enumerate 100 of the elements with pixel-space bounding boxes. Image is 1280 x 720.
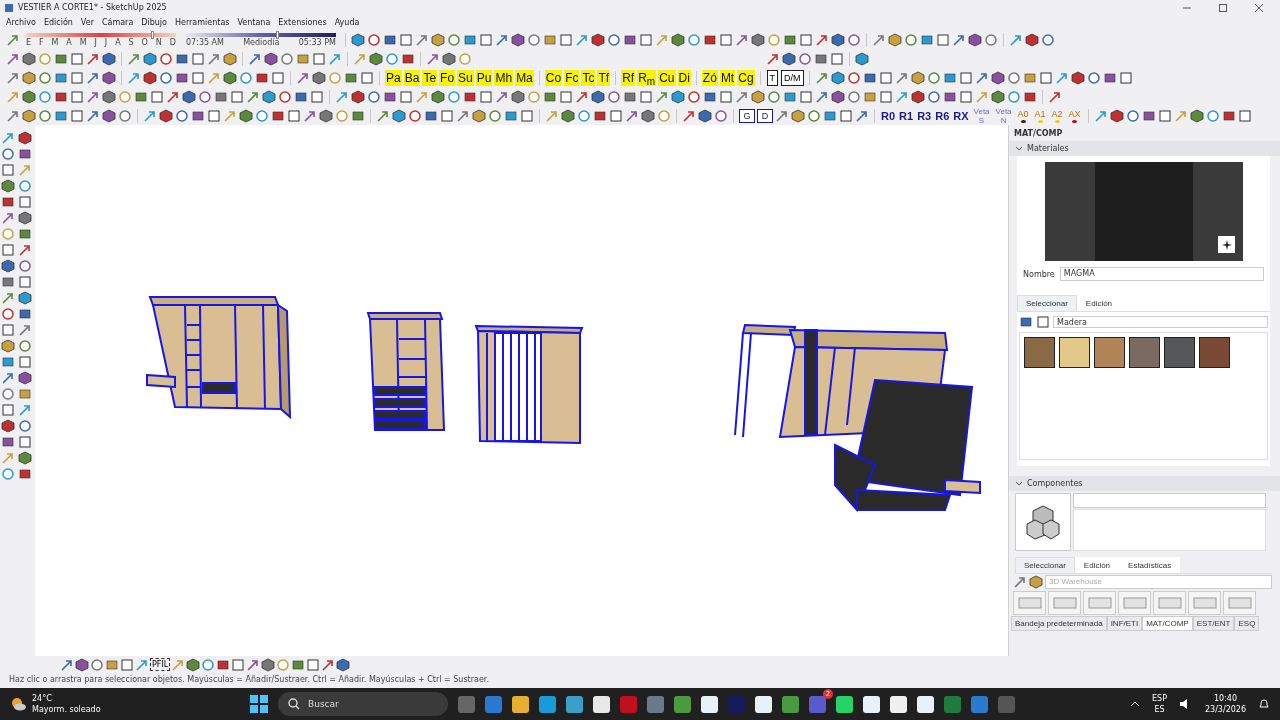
app-icon[interactable]: [836, 695, 853, 713]
circle-icon[interactable]: [488, 108, 502, 123]
menu-item[interactable]: Edición: [43, 18, 73, 27]
cube-icon[interactable]: [22, 108, 36, 123]
text-tool-button[interactable]: Mh: [494, 69, 514, 86]
component-thumbnail[interactable]: [1188, 591, 1221, 615]
circle-icon[interactable]: [607, 89, 621, 104]
text-tool-button[interactable]: Co: [544, 69, 563, 86]
circle-icon[interactable]: [1007, 89, 1021, 104]
text-tool-button[interactable]: Zó: [701, 69, 718, 86]
circle-icon[interactable]: [1006, 70, 1021, 85]
tray-tab[interactable]: ESQ: [1234, 616, 1260, 631]
material-swatch[interactable]: [1164, 337, 1195, 368]
arrow-icon[interactable]: [86, 51, 100, 66]
app-icon[interactable]: [890, 695, 907, 713]
circle-icon[interactable]: [527, 32, 541, 47]
cube-icon[interactable]: [22, 51, 36, 66]
text-tool-button[interactable]: Tc: [581, 69, 596, 86]
section-header[interactable]: Componentes: [1009, 476, 1280, 491]
cube-icon[interactable]: [18, 451, 32, 465]
cube-icon[interactable]: [641, 108, 655, 123]
cube-icon[interactable]: [1029, 574, 1043, 589]
square-icon[interactable]: [1, 323, 15, 337]
square-icon[interactable]: [18, 195, 32, 209]
tile-icon[interactable]: [383, 32, 397, 47]
square-icon[interactable]: [1118, 70, 1133, 85]
arrow-icon[interactable]: [6, 32, 20, 47]
square-icon[interactable]: [399, 89, 413, 104]
cube-icon[interactable]: [22, 70, 36, 85]
square-icon[interactable]: [231, 657, 246, 672]
cube-icon[interactable]: [991, 89, 1005, 104]
layer-button[interactable]: R0: [880, 109, 897, 122]
cube-icon[interactable]: [351, 32, 365, 47]
tile-icon[interactable]: [920, 32, 934, 47]
component-thumbnail[interactable]: [1048, 591, 1081, 615]
circle-icon[interactable]: [846, 70, 861, 85]
tile-icon[interactable]: [942, 70, 957, 85]
tile-icon[interactable]: [54, 70, 68, 85]
tile-icon[interactable]: [401, 51, 415, 66]
cube-icon[interactable]: [392, 108, 406, 123]
square-icon[interactable]: [1036, 315, 1050, 329]
circle-icon[interactable]: [1, 307, 15, 321]
arrow-icon[interactable]: [974, 70, 989, 85]
height-button[interactable]: AX: [1066, 108, 1083, 123]
circle-icon[interactable]: [1, 147, 15, 161]
arrow-icon[interactable]: [18, 323, 32, 337]
text-tool-button[interactable]: Cg: [737, 69, 755, 86]
tag-button[interactable]: G: [739, 108, 755, 123]
arrow-icon[interactable]: [682, 108, 696, 123]
material-swatch[interactable]: [1199, 337, 1230, 368]
circle-icon[interactable]: [926, 70, 941, 85]
square-icon[interactable]: [959, 89, 973, 104]
square-icon[interactable]: [310, 89, 324, 104]
circle-icon[interactable]: [1086, 70, 1101, 85]
tool-button[interactable]: T: [766, 69, 779, 86]
arrow-icon[interactable]: [456, 108, 470, 123]
cube-icon[interactable]: [671, 32, 685, 47]
cube-icon[interactable]: [18, 291, 32, 305]
arrow-icon[interactable]: [872, 32, 886, 47]
square-icon[interactable]: [799, 89, 813, 104]
square-icon[interactable]: [799, 32, 813, 47]
arrow-icon[interactable]: [86, 89, 100, 104]
tile-icon[interactable]: [54, 51, 68, 66]
app-icon[interactable]: [512, 695, 529, 713]
tile-icon[interactable]: [703, 32, 717, 47]
square-icon[interactable]: [830, 51, 844, 66]
circle-icon[interactable]: [38, 89, 52, 104]
cube-icon[interactable]: [511, 89, 525, 104]
bell-icon[interactable]: [1258, 698, 1270, 710]
cube-icon[interactable]: [1070, 70, 1085, 85]
circle-icon[interactable]: [367, 89, 381, 104]
arrow-icon[interactable]: [246, 89, 260, 104]
circle-icon[interactable]: [18, 419, 32, 433]
tile-icon[interactable]: [1, 275, 15, 289]
tray-tab[interactable]: INF/ETI: [1106, 616, 1143, 631]
circle-icon[interactable]: [927, 89, 941, 104]
menu-item[interactable]: Dibujo: [141, 18, 167, 27]
cube-icon[interactable]: [968, 32, 982, 47]
slider-thumb[interactable]: [276, 30, 279, 39]
material-swatch[interactable]: [1059, 337, 1090, 368]
layer-button[interactable]: R1: [898, 109, 915, 122]
description-field[interactable]: [1073, 509, 1266, 551]
cube-icon[interactable]: [312, 70, 326, 85]
square-icon[interactable]: [559, 89, 573, 104]
text-tool-button[interactable]: Te: [422, 69, 438, 86]
arrow-icon[interactable]: [1048, 89, 1062, 104]
cube-icon[interactable]: [990, 70, 1005, 85]
arrow-icon[interactable]: [894, 70, 909, 85]
square-icon[interactable]: [271, 70, 285, 85]
circle-icon[interactable]: [984, 32, 998, 47]
tile-icon[interactable]: [291, 657, 306, 672]
circle-icon[interactable]: [38, 108, 52, 123]
component-thumbnail[interactable]: [1118, 591, 1151, 615]
cube-icon[interactable]: [143, 70, 157, 85]
circle-icon[interactable]: [255, 108, 269, 123]
arrow-icon[interactable]: [625, 108, 639, 123]
arrow-icon[interactable]: [248, 51, 262, 66]
tile-icon[interactable]: [344, 70, 358, 85]
text-tool-button[interactable]: Di: [677, 69, 691, 86]
cube-icon[interactable]: [75, 657, 89, 672]
